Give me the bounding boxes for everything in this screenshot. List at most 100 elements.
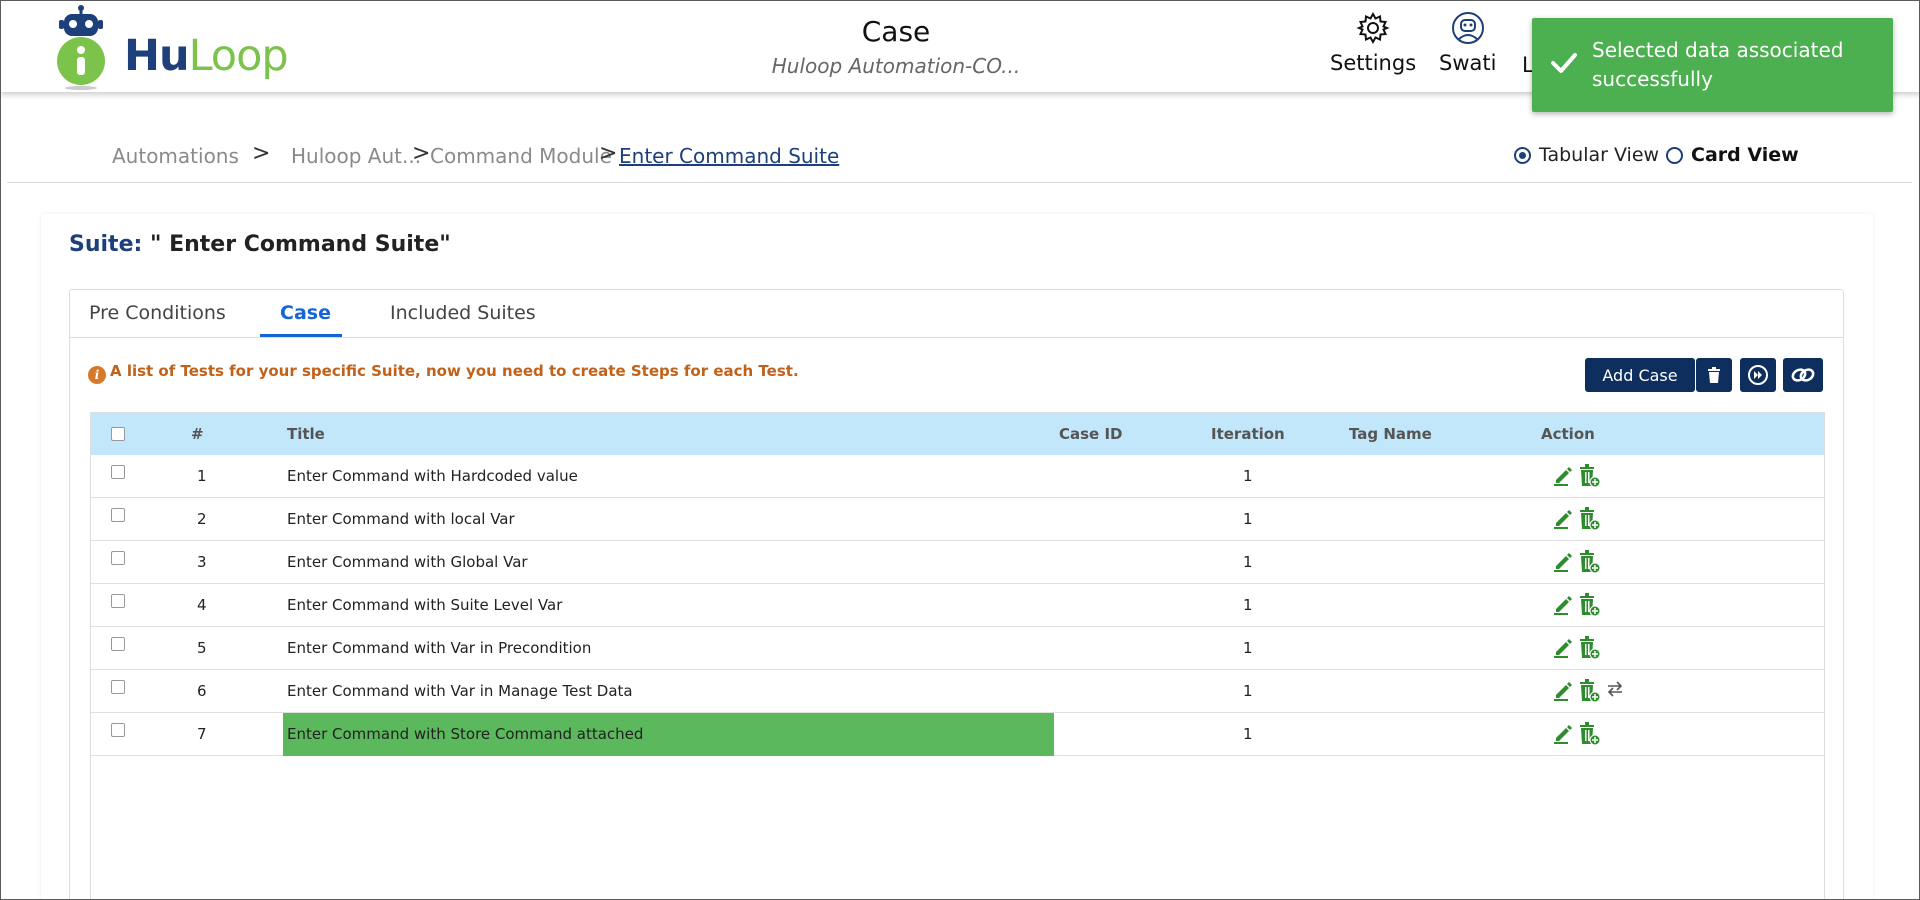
info-icon: i	[88, 366, 106, 384]
row-checkbox[interactable]	[111, 680, 125, 694]
suite-card: Suite: " Enter Command Suite" Pre Condit…	[41, 214, 1873, 899]
tabular-view-option[interactable]: Tabular View	[1514, 144, 1659, 166]
settings-button[interactable]: Settings	[1330, 11, 1416, 75]
huloop-logo[interactable]: HuLoop	[56, 5, 296, 91]
delete-button[interactable]	[1696, 358, 1732, 392]
card-view-label: Card View	[1691, 144, 1799, 166]
card-view-radio[interactable]	[1666, 147, 1683, 164]
delete-case-icon[interactable]	[1579, 722, 1601, 750]
column-header-iteration: Iteration	[1211, 425, 1285, 443]
column-header-action: Action	[1541, 425, 1595, 443]
row-title[interactable]: Enter Command with Suite Level Var	[287, 596, 562, 614]
swap-icon[interactable]	[1606, 679, 1624, 703]
delete-case-icon[interactable]	[1579, 550, 1601, 578]
breadcrumb-separator: >	[252, 141, 271, 166]
table-row[interactable]: 6 Enter Command with Var in Manage Test …	[91, 670, 1824, 713]
robot-logo-icon	[57, 5, 105, 90]
breadcrumb-item-automations[interactable]: Automations	[112, 144, 239, 168]
info-message-text: A list of Tests for your specific Suite,…	[110, 362, 799, 380]
breadcrumb-item-current[interactable]: Enter Command Suite	[619, 144, 839, 168]
table-row[interactable]: 7 Enter Command with Store Command attac…	[91, 713, 1824, 756]
tabular-view-label: Tabular View	[1539, 144, 1660, 166]
tab-bar: Pre Conditions Case Included Suites	[70, 290, 1843, 338]
row-iteration: 1	[1243, 725, 1253, 743]
suite-name: " Enter Command Suite"	[149, 232, 451, 257]
suite-panel: Pre Conditions Case Included Suites iA l…	[69, 289, 1844, 899]
tab-included-suites[interactable]: Included Suites	[390, 302, 536, 324]
row-checkbox[interactable]	[111, 594, 125, 608]
delete-case-icon[interactable]	[1579, 636, 1601, 664]
breadcrumb-bar: Automations > Huloop Aut... > Command Mo…	[7, 119, 1912, 183]
row-title[interactable]: Enter Command with Var in Precondition	[287, 639, 591, 657]
user-button[interactable]: Swati	[1439, 11, 1496, 75]
info-message: iA list of Tests for your specific Suite…	[88, 362, 799, 384]
table-row[interactable]: 4 Enter Command with Suite Level Var 1	[91, 584, 1824, 627]
delete-case-icon[interactable]	[1579, 593, 1601, 621]
breadcrumb-item-huloop-aut[interactable]: Huloop Aut...	[291, 144, 421, 168]
column-header-case-id: Case ID	[1059, 425, 1123, 443]
row-iteration: 1	[1243, 596, 1253, 614]
settings-label: Settings	[1330, 51, 1417, 75]
table-row[interactable]: 5 Enter Command with Var in Precondition…	[91, 627, 1824, 670]
row-title[interactable]: Enter Command with Global Var	[287, 553, 528, 571]
success-toast[interactable]: Selected data associated successfully	[1532, 18, 1893, 112]
row-iteration: 1	[1243, 510, 1253, 528]
row-title[interactable]: Enter Command with Store Command attache…	[287, 725, 643, 743]
row-iteration: 1	[1243, 639, 1253, 657]
edit-icon[interactable]	[1553, 593, 1573, 619]
page-title: Case	[861, 15, 931, 48]
table-row[interactable]: 1 Enter Command with Hardcoded value 1	[91, 455, 1824, 498]
breadcrumb-separator: >	[599, 141, 618, 166]
add-case-button[interactable]: Add Case	[1585, 358, 1695, 392]
row-checkbox[interactable]	[111, 551, 125, 565]
delete-case-icon[interactable]	[1579, 679, 1601, 707]
table-header: # Title Case ID Iteration Tag Name Actio…	[91, 413, 1824, 455]
row-number: 3	[197, 553, 207, 571]
select-all-checkbox[interactable]	[111, 427, 125, 441]
row-iteration: 1	[1243, 682, 1253, 700]
row-checkbox[interactable]	[111, 508, 125, 522]
edit-icon[interactable]	[1553, 679, 1573, 705]
row-checkbox[interactable]	[111, 637, 125, 651]
check-icon	[1551, 53, 1577, 73]
edit-icon[interactable]	[1553, 464, 1573, 490]
row-number: 5	[197, 639, 207, 657]
logo-wordmark: HuLoop	[124, 31, 289, 81]
tab-case[interactable]: Case	[280, 302, 331, 324]
user-label: Swati	[1439, 51, 1497, 75]
run-button[interactable]	[1740, 358, 1776, 392]
fast-forward-circle-icon	[1748, 365, 1768, 385]
row-number: 4	[197, 596, 207, 614]
row-title[interactable]: Enter Command with Hardcoded value	[287, 467, 578, 485]
tab-pre-conditions[interactable]: Pre Conditions	[89, 302, 226, 324]
row-iteration: 1	[1243, 553, 1253, 571]
edit-icon[interactable]	[1553, 507, 1573, 533]
page-subtitle: Huloop Automation-CO...	[771, 54, 1021, 78]
row-checkbox[interactable]	[111, 723, 125, 737]
tabular-view-radio[interactable]	[1514, 147, 1531, 164]
row-number: 7	[197, 725, 207, 743]
trash-icon	[1708, 367, 1720, 383]
row-checkbox[interactable]	[111, 465, 125, 479]
link-icon	[1791, 368, 1815, 382]
row-title[interactable]: Enter Command with local Var	[287, 510, 515, 528]
table-row[interactable]: 2 Enter Command with local Var 1	[91, 498, 1824, 541]
card-view-option[interactable]: Card View	[1666, 144, 1799, 166]
delete-case-icon[interactable]	[1579, 507, 1601, 535]
table-row[interactable]: 3 Enter Command with Global Var 1	[91, 541, 1824, 584]
active-tab-indicator	[260, 334, 342, 337]
column-header-title: Title	[287, 425, 325, 443]
page-heading: Case Huloop Automation-CO...	[701, 15, 1091, 78]
delete-case-icon[interactable]	[1579, 464, 1601, 492]
suite-title: Suite: " Enter Command Suite"	[69, 232, 451, 257]
row-iteration: 1	[1243, 467, 1253, 485]
row-title[interactable]: Enter Command with Var in Manage Test Da…	[287, 682, 633, 700]
edit-icon[interactable]	[1553, 550, 1573, 576]
column-header-number: #	[191, 425, 204, 443]
breadcrumb-item-command-module[interactable]: Command Module	[430, 144, 612, 168]
link-button[interactable]	[1783, 358, 1823, 392]
toast-message: Selected data associated successfully	[1592, 38, 1844, 91]
edit-icon[interactable]	[1553, 636, 1573, 662]
edit-icon[interactable]	[1553, 722, 1573, 748]
user-avatar-icon	[1451, 12, 1484, 44]
